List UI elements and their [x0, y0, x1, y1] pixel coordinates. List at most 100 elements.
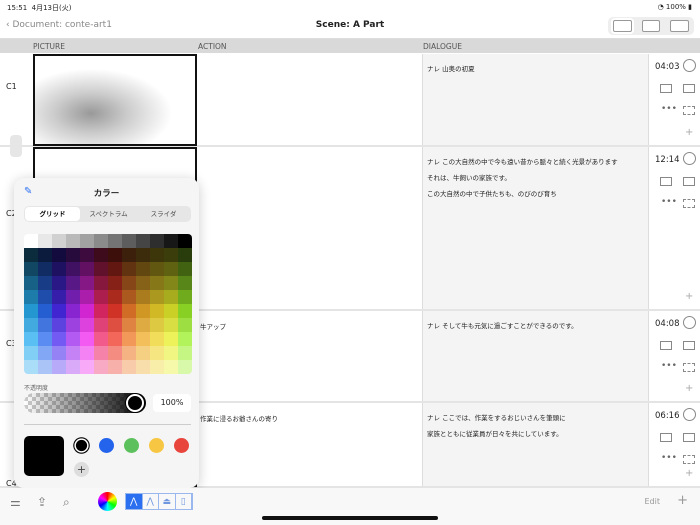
frame-icon[interactable]	[683, 341, 695, 350]
color-cell[interactable]	[80, 304, 94, 318]
add-icon[interactable]: +	[685, 468, 693, 479]
action-cell[interactable]	[197, 147, 422, 309]
color-cell[interactable]	[38, 290, 52, 304]
add-icon[interactable]: +	[685, 383, 693, 394]
color-cell[interactable]	[136, 290, 150, 304]
color-cell[interactable]	[66, 234, 80, 248]
color-cell[interactable]	[122, 318, 136, 332]
color-cell[interactable]	[38, 262, 52, 276]
color-cell[interactable]	[80, 290, 94, 304]
color-cell[interactable]	[80, 276, 94, 290]
color-cell[interactable]	[94, 248, 108, 262]
color-swatch[interactable]	[149, 438, 164, 453]
add-frame-icon[interactable]	[683, 199, 695, 208]
pen-selector[interactable]: ⋀ ⋀ ⏏ ▯	[125, 493, 193, 510]
color-cell[interactable]	[178, 332, 192, 346]
add-frame-icon[interactable]	[683, 363, 695, 372]
cut-duration[interactable]: 04:08	[655, 319, 680, 329]
add-frame-icon[interactable]	[683, 455, 695, 464]
color-cell[interactable]	[164, 318, 178, 332]
color-cell[interactable]	[80, 262, 94, 276]
color-cell[interactable]	[108, 332, 122, 346]
color-cell[interactable]	[178, 304, 192, 318]
color-cell[interactable]	[38, 248, 52, 262]
stopwatch-icon[interactable]	[683, 408, 696, 421]
color-grid[interactable]	[24, 234, 192, 374]
marker-icon[interactable]: ⋀	[143, 494, 159, 509]
color-cell[interactable]	[94, 290, 108, 304]
color-cell[interactable]	[164, 304, 178, 318]
color-cell[interactable]	[108, 304, 122, 318]
color-cell[interactable]	[122, 360, 136, 374]
color-cell[interactable]	[164, 346, 178, 360]
pen-icon[interactable]: ⋀	[126, 494, 143, 509]
color-cell[interactable]	[66, 276, 80, 290]
color-cell[interactable]	[94, 262, 108, 276]
color-cell[interactable]	[80, 318, 94, 332]
color-cell[interactable]	[150, 304, 164, 318]
color-wheel-button[interactable]	[98, 492, 117, 511]
color-cell[interactable]	[52, 318, 66, 332]
color-cell[interactable]	[80, 332, 94, 346]
color-cell[interactable]	[66, 304, 80, 318]
color-cell[interactable]	[122, 290, 136, 304]
color-cell[interactable]	[80, 346, 94, 360]
color-cell[interactable]	[24, 262, 38, 276]
dialogue-cell[interactable]: ナレ 山奥の初夏	[422, 54, 648, 145]
color-cell[interactable]	[66, 262, 80, 276]
color-cell[interactable]	[164, 262, 178, 276]
frame-icon[interactable]	[683, 433, 695, 442]
color-cell[interactable]	[150, 234, 164, 248]
color-cell[interactable]	[52, 290, 66, 304]
color-swatch[interactable]	[174, 438, 189, 453]
cut-duration[interactable]: 06:16	[655, 411, 680, 421]
color-cell[interactable]	[52, 234, 66, 248]
color-cell[interactable]	[24, 346, 38, 360]
add-swatch-button[interactable]: +	[74, 462, 89, 477]
more-icon[interactable]: •••	[661, 361, 677, 371]
color-cell[interactable]	[52, 360, 66, 374]
color-cell[interactable]	[52, 346, 66, 360]
color-cell[interactable]	[150, 248, 164, 262]
color-cell[interactable]	[178, 290, 192, 304]
cut-duration[interactable]: 04:03	[655, 62, 680, 72]
dialogue-cell[interactable]: ナレ この大自然の中で今も遠い昔から脈々と続く光景があります それは、牛飼いの家族…	[422, 147, 648, 309]
share-icon[interactable]: ⇪	[37, 495, 47, 509]
layout-single-icon[interactable]	[670, 20, 690, 32]
color-cell[interactable]	[164, 290, 178, 304]
color-cell[interactable]	[150, 276, 164, 290]
color-cell[interactable]	[66, 318, 80, 332]
color-swatch[interactable]	[75, 439, 88, 452]
color-cell[interactable]	[122, 332, 136, 346]
color-cell[interactable]	[136, 234, 150, 248]
eraser-icon[interactable]: ▯	[176, 494, 192, 509]
color-cell[interactable]	[122, 234, 136, 248]
color-cell[interactable]	[24, 360, 38, 374]
opacity-slider-knob[interactable]	[126, 394, 144, 412]
color-swatch[interactable]	[124, 438, 139, 453]
color-cell[interactable]	[150, 262, 164, 276]
color-swatch[interactable]	[99, 438, 114, 453]
color-cell[interactable]	[108, 248, 122, 262]
color-cell[interactable]	[80, 360, 94, 374]
color-cell[interactable]	[122, 346, 136, 360]
color-cell[interactable]	[94, 276, 108, 290]
color-cell[interactable]	[94, 360, 108, 374]
picture-frame[interactable]	[33, 54, 197, 146]
stopwatch-icon[interactable]	[683, 152, 696, 165]
cut-duration[interactable]: 12:14	[655, 155, 680, 165]
color-cell[interactable]	[178, 360, 192, 374]
color-cell[interactable]	[108, 290, 122, 304]
split-frame-icon[interactable]	[660, 341, 672, 350]
edit-button[interactable]: Edit	[645, 497, 661, 506]
color-cell[interactable]	[94, 318, 108, 332]
color-cell[interactable]	[150, 318, 164, 332]
color-cell[interactable]	[164, 248, 178, 262]
color-cell[interactable]	[178, 318, 192, 332]
color-cell[interactable]	[52, 262, 66, 276]
layout-three-column-icon[interactable]	[613, 20, 632, 32]
color-cell[interactable]	[136, 248, 150, 262]
color-cell[interactable]	[122, 276, 136, 290]
color-cell[interactable]	[24, 248, 38, 262]
color-cell[interactable]	[178, 346, 192, 360]
